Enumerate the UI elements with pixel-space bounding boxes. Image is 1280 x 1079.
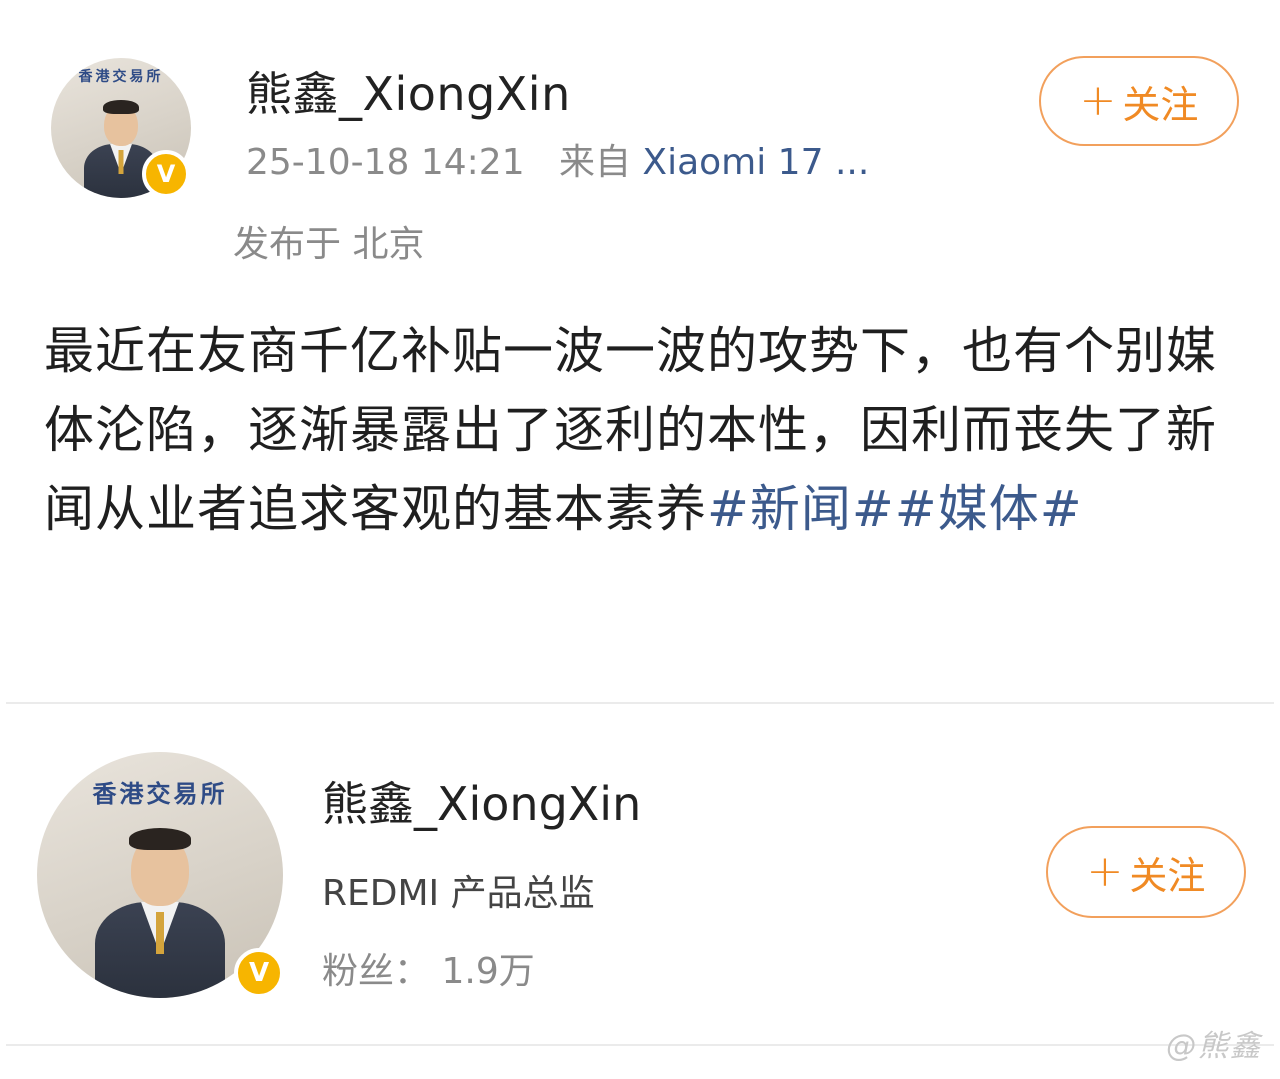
- profile-card[interactable]: 香港交易所 V 熊鑫_XiongXin REDMI 产品总监 粉丝： 1.9万 …: [0, 704, 1280, 1044]
- post-time: 25-10-18 14:21: [246, 142, 525, 183]
- profile-verified-badge-icon: V: [234, 948, 284, 998]
- hashtag-media[interactable]: #媒体#: [895, 480, 1083, 538]
- profile-name[interactable]: 熊鑫_XiongXin: [322, 768, 641, 834]
- post-meta: 25-10-18 14:21 来自 Xiaomi 17 ...: [246, 133, 869, 185]
- plus-icon: +: [1079, 75, 1117, 126]
- author-name[interactable]: 熊鑫_XiongXin: [246, 58, 571, 124]
- post-location: 发布于 北京: [233, 224, 425, 265]
- profile-title: REDMI 产品总监: [322, 873, 595, 914]
- follow-label: 关注: [1122, 82, 1199, 127]
- profile-fans: 粉丝： 1.9万: [322, 942, 535, 994]
- source-prefix: 来自: [558, 142, 631, 183]
- follow-button[interactable]: + 关注: [1039, 56, 1239, 146]
- post-body: 最近在友商千亿补贴一波一波的攻势下，也有个别媒体沦陷，逐渐暴露出了逐利的本性，因…: [44, 312, 1234, 549]
- fans-label: 粉丝：: [322, 951, 431, 992]
- verified-badge-icon: V: [142, 150, 190, 198]
- fans-count: 1.9万: [441, 951, 535, 992]
- profile-follow-button[interactable]: + 关注: [1046, 826, 1246, 918]
- profile-follow-label: 关注: [1129, 853, 1206, 898]
- plus-icon: +: [1086, 846, 1124, 897]
- source-device-link[interactable]: Xiaomi 17 ...: [642, 142, 869, 183]
- hashtag-news[interactable]: #新闻#: [707, 480, 895, 538]
- bottom-divider: [6, 1044, 1274, 1046]
- avatar-wall-text: 香港交易所: [78, 69, 164, 85]
- profile-avatar-wall-text: 香港交易所: [92, 780, 228, 808]
- watermark: @熊鑫: [1166, 1029, 1262, 1064]
- weibo-post-card: 香港交易所 V 熊鑫_XiongXin 25-10-18 14:21 来自 Xi…: [0, 0, 1280, 702]
